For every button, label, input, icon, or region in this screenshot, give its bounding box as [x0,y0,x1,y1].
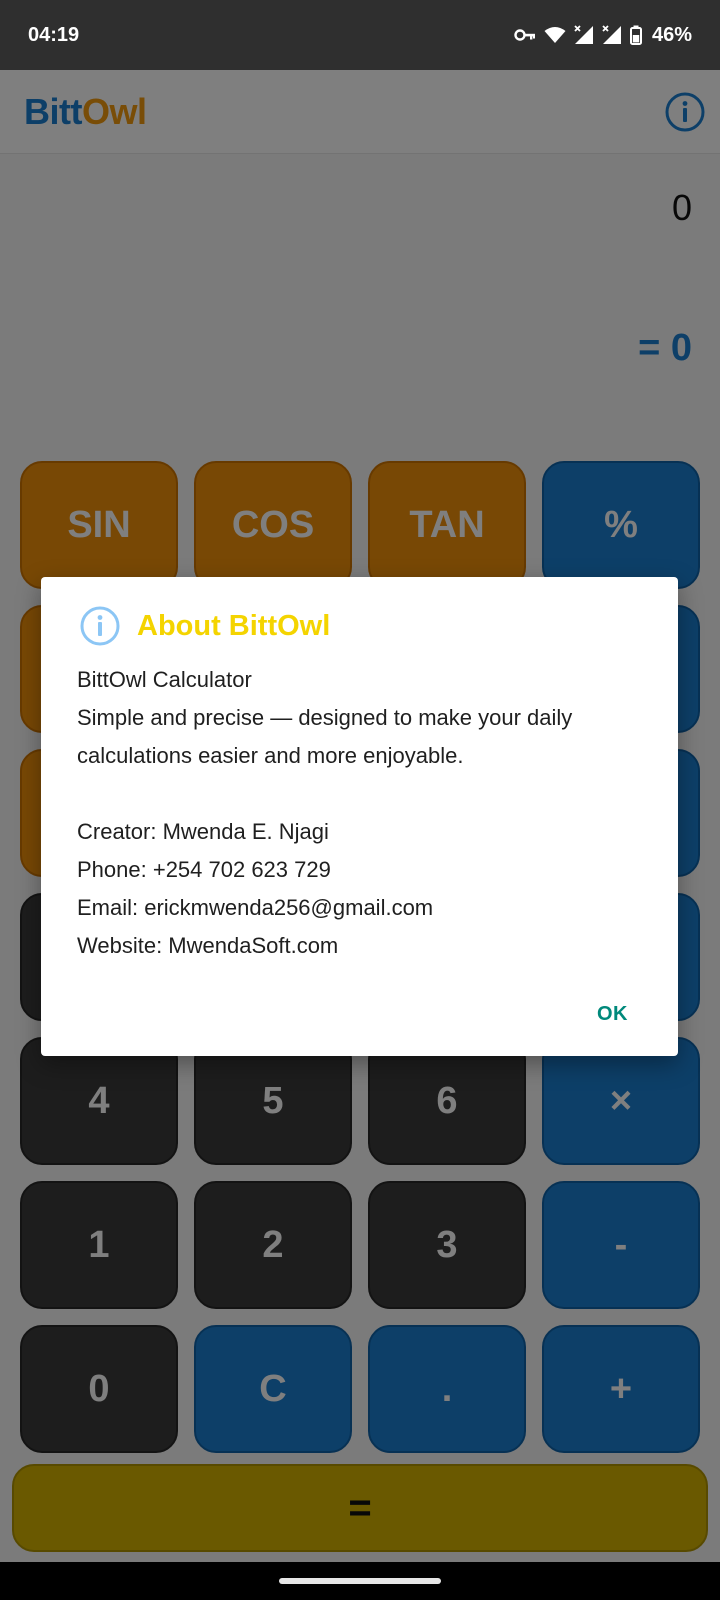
description-line-1: Simple and precise — designed to make yo… [77,705,573,730]
app-name-line: BittOwl Calculator [77,667,252,692]
vpn-key-icon [514,28,536,42]
email-line: Email: erickmwenda256@gmail.com [77,895,434,920]
about-dialog: About BittOwl BittOwl Calculator Simple … [41,577,678,1056]
creator-line: Creator: Mwenda E. Njagi [77,819,329,844]
info-icon [80,606,120,646]
home-gesture-handle[interactable] [279,1578,441,1584]
dialog-header: About BittOwl [79,605,330,647]
phone-line: Phone: +254 702 623 729 [77,857,331,882]
ok-button[interactable]: OK [597,1003,628,1026]
dialog-body: BittOwl Calculator Simple and precise — … [77,661,648,965]
signal-icon-2 [602,25,622,45]
signal-icon [574,25,594,45]
status-icons: 46% [514,24,692,47]
dialog-title: About BittOwl [137,609,331,642]
battery-percent: 46% [651,23,692,46]
status-time: 04:19 [28,23,80,46]
navigation-bar [0,1562,720,1600]
description-line-2: calculations easier and more enjoyable. [77,743,464,768]
status-bar: 04:19 46% [0,0,720,70]
website-line: Website: MwendaSoft.com [77,933,339,958]
wifi-icon [544,26,566,44]
battery-icon [629,25,642,45]
